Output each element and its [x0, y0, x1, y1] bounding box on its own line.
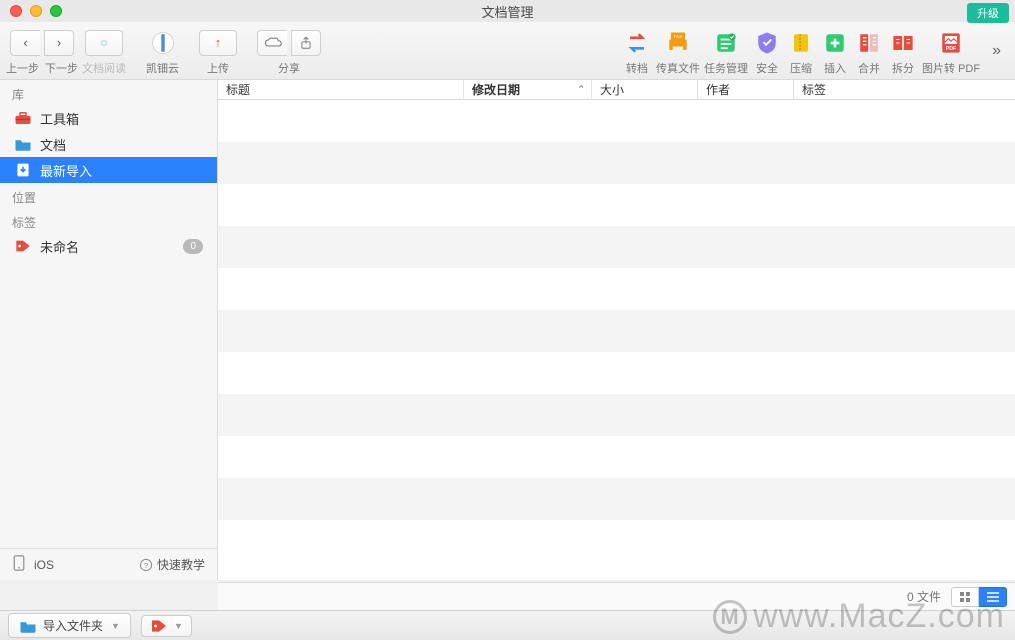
col-author[interactable]: 作者: [698, 80, 794, 99]
col-size[interactable]: 大小: [592, 80, 698, 99]
recent-import-icon: [14, 162, 32, 178]
file-list-area: 标题 修改日期⌃ 大小 作者 标签: [218, 80, 1015, 580]
minimize-window-button[interactable]: [30, 5, 42, 17]
titlebar: 文档管理 升级: [0, 0, 1015, 22]
table-row: [218, 478, 1015, 520]
ios-label[interactable]: iOS: [34, 558, 54, 572]
security-button[interactable]: [752, 28, 782, 58]
col-modified[interactable]: 修改日期⌃: [464, 80, 592, 99]
cloud-label: 凯钿云: [146, 60, 179, 76]
chevron-down-icon: ▼: [174, 621, 183, 631]
toolbar-overflow-button[interactable]: »: [984, 42, 1009, 60]
device-icon: [12, 555, 26, 574]
table-row: [218, 142, 1015, 184]
toolbar: ‹ › 上一步下一步 文档阅读 凯钿云 ↑ 上传 分享: [0, 22, 1015, 80]
close-window-button[interactable]: [10, 5, 22, 17]
sidebar-item-documents[interactable]: 文档: [0, 131, 217, 157]
svg-text:?: ?: [144, 560, 148, 569]
reader-label: 文档阅读: [82, 60, 126, 76]
folder-icon: [14, 136, 32, 152]
table-row: [218, 268, 1015, 310]
toolbox-icon: [14, 110, 32, 126]
column-headers: 标题 修改日期⌃ 大小 作者 标签: [218, 80, 1015, 100]
svg-text:PDF: PDF: [946, 46, 957, 52]
table-row: [218, 520, 1015, 562]
merge-button[interactable]: [854, 28, 884, 58]
table-row: [218, 184, 1015, 226]
view-list-button[interactable]: [979, 587, 1007, 607]
view-grid-button[interactable]: [951, 587, 979, 607]
tag-action-button[interactable]: ▼: [141, 615, 192, 637]
table-row: [218, 310, 1015, 352]
table-row: [218, 100, 1015, 142]
file-rows: [218, 100, 1015, 580]
table-row: [218, 352, 1015, 394]
table-row: [218, 394, 1015, 436]
help-button[interactable]: ? 快速教学: [139, 556, 205, 573]
file-count: 0 文件: [907, 588, 941, 605]
col-tags[interactable]: 标签: [794, 80, 1015, 99]
compress-button[interactable]: [786, 28, 816, 58]
cloud-button[interactable]: [148, 28, 178, 58]
sidebar-bottom: iOS ? 快速教学: [0, 548, 217, 580]
statusbar: 0 文件: [218, 582, 1015, 610]
sidebar-item-recent[interactable]: 最新导入: [0, 157, 217, 183]
table-row: [218, 436, 1015, 478]
convert-button[interactable]: [622, 28, 652, 58]
table-row: [218, 226, 1015, 268]
reader-mode-button[interactable]: [85, 30, 123, 56]
nav-next-button[interactable]: ›: [44, 30, 74, 56]
sidebar-tag-untitled[interactable]: 未命名 0: [0, 233, 217, 259]
bottombar: 导入文件夹 ▼ ▼: [0, 610, 1015, 640]
fax-button[interactable]: FAX: [663, 28, 693, 58]
insert-button[interactable]: [820, 28, 850, 58]
split-button[interactable]: [888, 28, 918, 58]
tag-icon: [150, 619, 168, 633]
sidebar-section-library: 库: [0, 80, 217, 105]
share-label: 分享: [257, 60, 321, 76]
tag-count-badge: 0: [183, 239, 203, 254]
sidebar-section-tags: 标签: [0, 208, 217, 233]
upload-label: 上传: [199, 60, 237, 76]
import-folder-button[interactable]: 导入文件夹 ▼: [8, 613, 131, 638]
sidebar: 库 工具箱 文档 最新导入 位置 标签 未命名 0 iOS ? 快速教学: [0, 80, 218, 580]
share-export-button[interactable]: [291, 30, 321, 56]
nav-prev-button[interactable]: ‹: [10, 30, 40, 56]
share-cloud-button[interactable]: [257, 30, 287, 56]
sort-indicator-icon: ⌃: [577, 84, 585, 95]
upgrade-button[interactable]: 升级: [967, 3, 1009, 23]
zoom-window-button[interactable]: [50, 5, 62, 17]
tag-icon: [14, 238, 32, 254]
sidebar-section-locations: 位置: [0, 183, 217, 208]
img2pdf-button[interactable]: PDF: [936, 28, 966, 58]
tasks-button[interactable]: [711, 28, 741, 58]
sidebar-item-toolbox[interactable]: 工具箱: [0, 105, 217, 131]
svg-text:FAX: FAX: [674, 33, 682, 38]
upload-button[interactable]: ↑: [199, 30, 237, 56]
view-mode-toggle: [951, 587, 1007, 607]
window-title: 文档管理: [481, 2, 533, 21]
col-title[interactable]: 标题: [218, 80, 464, 99]
folder-icon: [19, 619, 37, 633]
chevron-down-icon: ▼: [111, 621, 120, 631]
